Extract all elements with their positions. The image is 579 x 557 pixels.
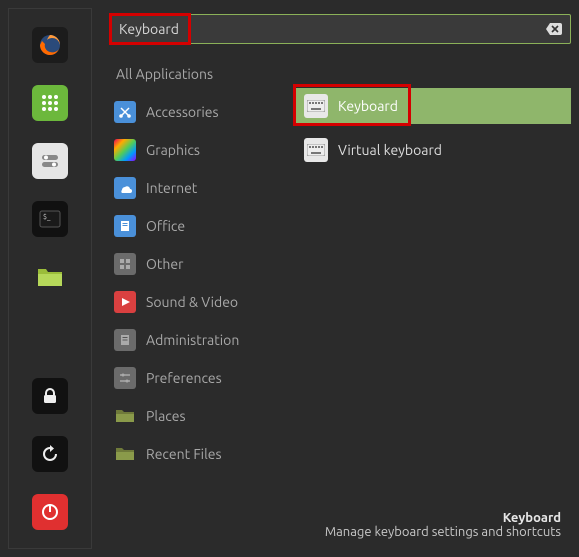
firefox-icon <box>38 33 62 57</box>
sliders-icon <box>114 367 136 389</box>
category-label: Accessories <box>146 104 219 120</box>
category-label: Other <box>146 256 183 272</box>
rail-disks[interactable] <box>32 143 68 179</box>
rail-terminal[interactable]: $_ <box>32 201 68 237</box>
search-field-wrap <box>110 14 571 44</box>
result-label: Keyboard <box>338 98 398 114</box>
palette-icon <box>114 139 136 161</box>
footer-description: Manage keyboard settings and shortcuts <box>120 525 561 539</box>
category-sound-video[interactable]: Sound & Video <box>110 286 286 318</box>
rail-files[interactable] <box>32 259 68 295</box>
folder-icon <box>114 443 136 465</box>
keyboard-icon <box>304 94 328 118</box>
keyboard-icon <box>304 138 328 162</box>
category-label: Sound & Video <box>146 294 238 310</box>
category-label: Recent Files <box>146 446 222 462</box>
svg-text:$_: $_ <box>43 213 51 221</box>
search-input[interactable] <box>119 21 546 37</box>
launcher-rail: $_ <box>8 8 92 549</box>
scissors-icon <box>114 101 136 123</box>
result-label: Virtual keyboard <box>338 142 442 158</box>
result-virtual-keyboard[interactable]: Virtual keyboard <box>296 132 571 168</box>
category-label: Places <box>146 408 186 424</box>
category-internet[interactable]: Internet <box>110 172 286 204</box>
restart-icon <box>40 444 60 464</box>
category-list: All Applications Accessories Graphics In… <box>110 58 286 505</box>
clear-search-icon[interactable] <box>546 23 562 35</box>
category-preferences[interactable]: Preferences <box>110 362 286 394</box>
result-keyboard[interactable]: Keyboard <box>296 88 571 124</box>
category-places[interactable]: Places <box>110 400 286 432</box>
category-label: All Applications <box>116 66 213 82</box>
tools-icon <box>114 329 136 351</box>
category-recent-files[interactable]: Recent Files <box>110 438 286 470</box>
rail-apps[interactable] <box>32 85 68 121</box>
rail-restart[interactable] <box>32 436 68 472</box>
category-label: Preferences <box>146 370 222 386</box>
category-administration[interactable]: Administration <box>110 324 286 356</box>
rail-lock[interactable] <box>32 378 68 414</box>
rail-power[interactable] <box>32 494 68 530</box>
results-list: Keyboard Virtual keyboard <box>286 58 571 505</box>
power-icon <box>41 503 59 521</box>
footer-title: Keyboard <box>120 511 561 525</box>
folder-icon <box>36 265 64 289</box>
document-icon <box>114 215 136 237</box>
switch-icon <box>40 151 60 171</box>
rail-firefox[interactable] <box>32 27 68 63</box>
category-label: Office <box>146 218 185 234</box>
category-all-applications[interactable]: All Applications <box>110 58 286 90</box>
play-icon <box>114 291 136 313</box>
grid-icon <box>114 253 136 275</box>
app-menu: $_ All Applications <box>0 0 579 557</box>
category-graphics[interactable]: Graphics <box>110 134 286 166</box>
cloud-icon <box>114 177 136 199</box>
footer-hint: Keyboard Manage keyboard settings and sh… <box>110 505 571 549</box>
category-label: Administration <box>146 332 239 348</box>
category-office[interactable]: Office <box>110 210 286 242</box>
category-label: Graphics <box>146 142 200 158</box>
grid-icon <box>40 93 60 113</box>
menu-panel: All Applications Accessories Graphics In… <box>96 0 579 557</box>
menu-columns: All Applications Accessories Graphics In… <box>110 58 571 505</box>
category-other[interactable]: Other <box>110 248 286 280</box>
folder-icon <box>114 405 136 427</box>
lock-icon <box>41 387 59 405</box>
category-label: Internet <box>146 180 197 196</box>
terminal-icon: $_ <box>39 208 61 230</box>
category-accessories[interactable]: Accessories <box>110 96 286 128</box>
